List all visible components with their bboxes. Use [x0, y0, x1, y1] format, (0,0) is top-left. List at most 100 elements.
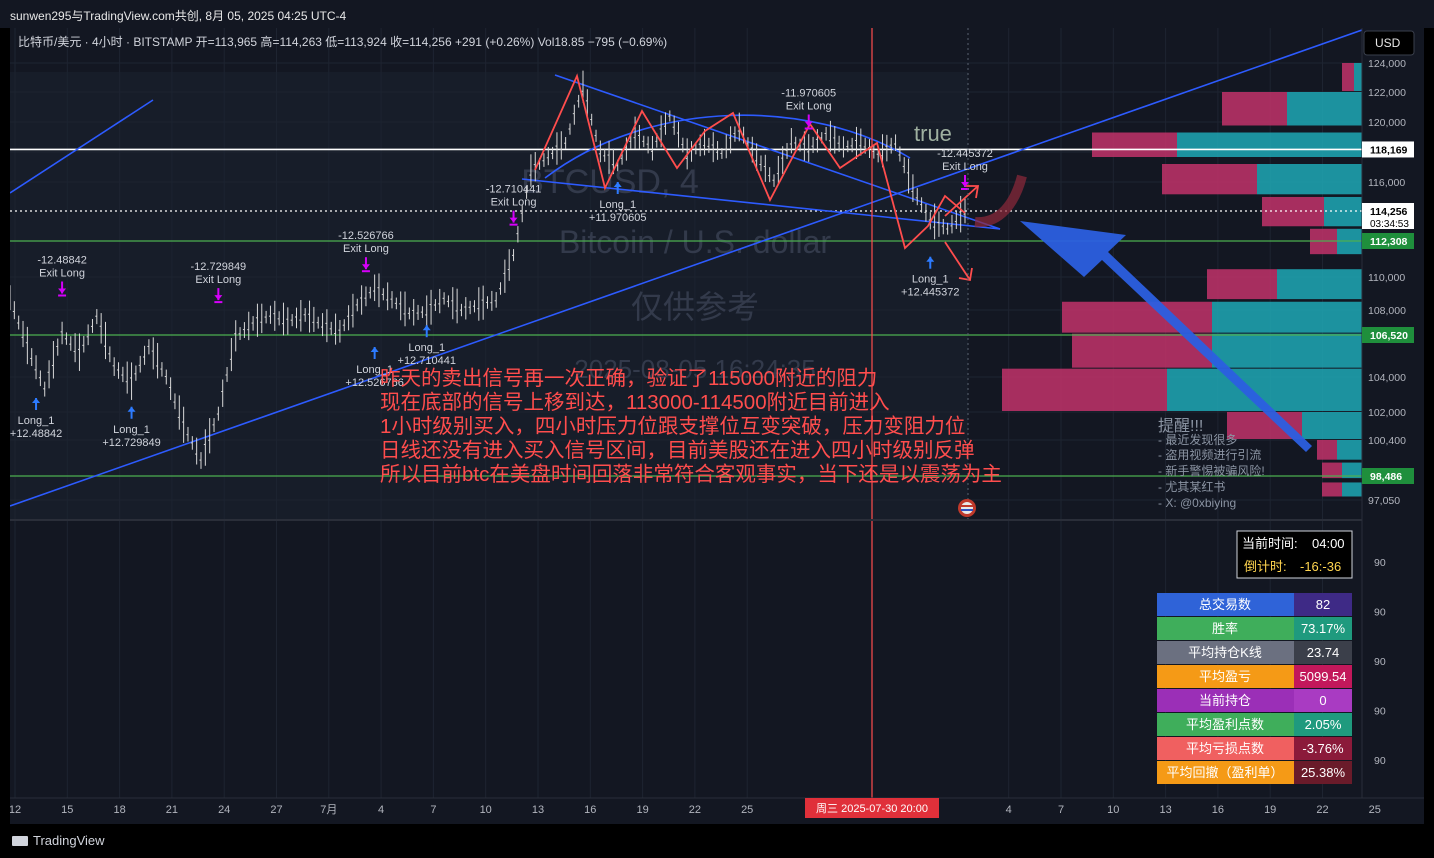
exit-name: Exit Long — [343, 243, 389, 255]
volume-profile-sell — [1207, 269, 1277, 300]
stats-label: 平均回撤（盈利单） — [1166, 765, 1283, 780]
stats-value: 0 — [1319, 693, 1326, 708]
reminder-line-5: - X: @0xbiying — [1158, 496, 1236, 510]
price-badge-label: 106,520 — [1370, 330, 1408, 342]
event-icon[interactable] — [958, 499, 976, 517]
y-tick-label: 104,000 — [1368, 372, 1406, 384]
exit-value: -11.970605 — [781, 88, 836, 100]
stats-value: 2.05% — [1305, 717, 1342, 732]
lower-pane-tick: 90 — [1374, 755, 1386, 767]
cursor-time-text: 周三 2025-07-30 20:00 — [816, 802, 928, 815]
x-tick-label: 7月 — [320, 804, 337, 816]
x-tick-label: 13 — [1159, 804, 1171, 816]
legend-symbol: 比特币/美元 · 4小时 · BITSTAMP — [18, 34, 196, 49]
volume-profile-buy — [1212, 333, 1362, 368]
legend-low-label: 低 — [325, 35, 337, 49]
volume-profile-buy — [1177, 132, 1362, 157]
chart-container[interactable]: BTCUSD, 4 Bitcoin / U.S. dollar 仅供参考 202… — [9, 28, 1424, 824]
price-badge-label: 118,169 — [1370, 144, 1408, 156]
long-name: Long_1 — [113, 424, 150, 436]
legend-change: +291 (+0.26%) — [455, 35, 538, 49]
lower-pane-tick: 90 — [1374, 607, 1386, 619]
annotation-line: 所以目前btc在美盘时间回落非常符合客观事实，当下还是以震荡为主 — [380, 463, 1002, 486]
watermark-note: 仅供参考 — [631, 289, 759, 325]
legend-open: =113,965 — [208, 35, 261, 49]
reminder-line-2: - 盗用视频进行引流 — [1158, 447, 1261, 462]
legend-open-label: 开 — [196, 35, 208, 49]
annotation-line: 昨天的卖出信号再一次正确，验证了115000附近的阻力 — [380, 367, 877, 390]
long-value: +12.48842 — [10, 428, 62, 440]
legend-high-label: 高 — [260, 34, 272, 49]
y-tick-label: 110,000 — [1368, 272, 1405, 284]
y-tick-label: 102,000 — [1368, 407, 1406, 419]
volume-profile-sell — [1322, 482, 1342, 497]
legend-close: =114,256 — [402, 35, 455, 49]
long-value: +11.970605 — [589, 212, 647, 224]
x-tick-label: 21 — [166, 804, 178, 816]
long-name: Long_1 — [912, 274, 949, 286]
x-tick-label: 10 — [1107, 804, 1119, 816]
exit-name: Exit Long — [942, 161, 988, 173]
tv-logo-icon — [12, 836, 28, 846]
long-value: +12.710441 — [398, 355, 456, 367]
stats-value: 25.38% — [1301, 765, 1346, 780]
x-tick-label: 22 — [689, 804, 701, 816]
x-tick-label: 16 — [1212, 804, 1224, 816]
x-tick-label: 19 — [1264, 804, 1276, 816]
current-time-label: 当前时间: — [1242, 536, 1298, 551]
y-tick-label: 122,000 — [1368, 87, 1406, 99]
cursor-time-label: 周三 2025-07-30 20:00 — [805, 798, 939, 818]
indicator-true-label: true — [914, 121, 952, 146]
stats-value: 73.17% — [1301, 621, 1346, 636]
long-name: Long_1 — [599, 199, 636, 211]
annotation-line: 1小时级别买入，四小时压力位跟支撑位互变突破，压力变阻力位 — [380, 415, 965, 438]
price-chart[interactable]: BTCUSD, 4 Bitcoin / U.S. dollar 仅供参考 202… — [9, 28, 1424, 824]
stats-value: 5099.54 — [1300, 669, 1347, 684]
x-tick-label: 13 — [532, 804, 544, 816]
volume-profile-sell — [1162, 164, 1257, 195]
exit-value: -12.710441 — [486, 184, 542, 196]
exit-value: -12.48842 — [37, 255, 87, 267]
legend-vol: 18.85 — [554, 35, 587, 49]
volume-profile-sell — [1062, 301, 1212, 333]
exit-name: Exit Long — [786, 101, 832, 113]
price-axis-labels: 124,000122,000120,000118,000116,000110,0… — [1368, 58, 1406, 507]
stats-label: 胜率 — [1212, 621, 1238, 636]
price-badge-label: 114,256 — [1370, 206, 1408, 218]
stats-label: 当前持仓 — [1199, 693, 1251, 708]
volume-profile-buy — [1257, 164, 1362, 195]
stats-value: 23.74 — [1307, 645, 1340, 660]
x-tick-label: 16 — [584, 804, 596, 816]
legend-close-label: 收 — [390, 35, 402, 49]
long-name: Long_1 — [18, 415, 55, 427]
exit-value: -12.445372 — [937, 148, 993, 160]
volume-profile-buy — [1354, 63, 1362, 91]
x-tick-label: 15 — [61, 804, 73, 816]
x-tick-label: 22 — [1316, 804, 1328, 816]
legend-high: =114,263 — [272, 35, 325, 49]
exit-name: Exit Long — [491, 197, 537, 209]
long-value: +12.729849 — [102, 437, 160, 449]
ohlc-legend: 比特币/美元 · 4小时 · BITSTAMP 开=113,965 高=114,… — [18, 34, 667, 49]
x-tick-label: 12 — [10, 804, 21, 816]
x-tick-label: 27 — [270, 804, 282, 816]
price-badge-sublabel: 03:34:53 — [1370, 219, 1409, 230]
volume-profile-buy — [1277, 269, 1362, 300]
y-tick-label: 100,400 — [1368, 435, 1406, 447]
currency-button[interactable]: USD — [1363, 30, 1415, 56]
long-value: +12.445372 — [901, 287, 959, 299]
watermark-name: Bitcoin / U.S. dollar — [559, 224, 831, 260]
volume-profile-buy — [1337, 440, 1362, 460]
volume-profile-sell — [1222, 92, 1287, 126]
exit-value: -12.729849 — [191, 261, 247, 273]
current-time-value: 04:00 — [1312, 536, 1345, 551]
annotation-line: 日线还没有进入买入信号区间，目前美股还在进入四小时级别反弹 — [380, 439, 975, 462]
volume-profile-sell — [1342, 63, 1354, 91]
y-tick-label: 97,050 — [1368, 495, 1400, 507]
x-tick-label: 7 — [1058, 804, 1064, 816]
legend-vol-label: Vol — [538, 35, 555, 49]
tradingview-logo[interactable]: TradingView — [12, 833, 105, 848]
exit-value: -12.526766 — [338, 230, 394, 242]
stats-label: 平均持仓K线 — [1188, 645, 1262, 660]
countdown-label: 倒计时: — [1244, 559, 1287, 574]
